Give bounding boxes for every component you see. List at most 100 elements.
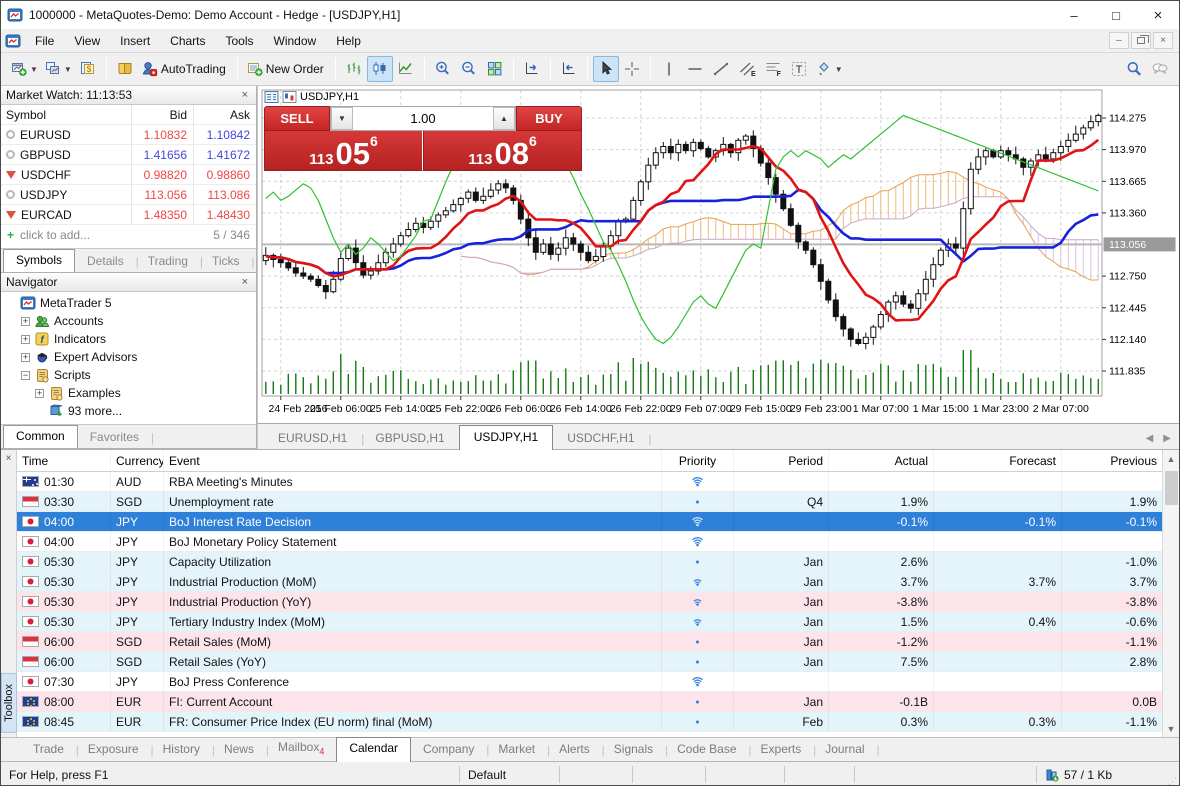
chevron-down-icon[interactable]: ▼ — [64, 65, 72, 74]
autotrading-button[interactable]: AutoTrading — [138, 56, 232, 82]
calendar-row[interactable]: 05:30 JPY Industrial Production (MoM) Ja… — [17, 572, 1162, 592]
chart-tab-eurusd-h1[interactable]: EURUSD,H1| — [264, 427, 361, 449]
toolbox-tab-company[interactable]: Company| — [411, 739, 486, 761]
expand-icon[interactable]: + — [21, 353, 30, 362]
column-event[interactable]: Event — [164, 450, 662, 471]
chart-type-icon[interactable] — [282, 90, 297, 104]
sell-button[interactable]: SELL — [264, 106, 330, 131]
cursor-button[interactable] — [593, 56, 619, 82]
calendar-row[interactable]: 05:30 JPY Industrial Production (YoY) Ja… — [17, 592, 1162, 612]
column-time[interactable]: Time — [17, 450, 111, 471]
menu-charts[interactable]: Charts — [160, 31, 215, 51]
navigator-tab-favorites[interactable]: Favorites| — [78, 427, 151, 448]
calendar-row[interactable]: 01:30 AUD RBA Meeting's Minutes — [17, 472, 1162, 492]
symbol-row-gbpusd[interactable]: GBPUSD 1.41656 1.41672 — [1, 145, 256, 165]
menu-insert[interactable]: Insert — [110, 31, 160, 51]
close-button[interactable]: × — [1137, 1, 1179, 29]
chart-tab-gbpusd-h1[interactable]: GBPUSD,H1| — [361, 427, 458, 449]
symbol-row-eurcad[interactable]: EURCAD 1.48350 1.48430 — [1, 205, 256, 225]
volume-input[interactable]: 1.00 — [353, 107, 493, 130]
toolbox-vertical-tab[interactable]: Toolbox — [1, 673, 17, 733]
collapse-icon[interactable]: − — [21, 371, 30, 380]
scrollbar-thumb[interactable] — [1165, 471, 1178, 505]
volume-decrease-button[interactable]: ▼ — [331, 107, 353, 130]
navigator-tab-common[interactable]: Common — [3, 425, 78, 449]
equidistant-channel-button[interactable]: E — [734, 56, 760, 82]
calendar-row[interactable]: 05:30 JPY Tertiary Industry Index (MoM) … — [17, 612, 1162, 632]
maximize-button[interactable]: □ — [1095, 1, 1137, 29]
minimize-button[interactable]: – — [1053, 1, 1095, 29]
tabs-scroll-right-icon[interactable]: ▶ — [1163, 433, 1171, 444]
chat-button[interactable] — [1147, 56, 1173, 82]
search-button[interactable] — [1121, 56, 1147, 82]
market-watch-tab-trading[interactable]: Trading| — [136, 251, 200, 272]
new-chart-button[interactable]: ▼ — [7, 56, 41, 82]
toolbox-tab-calendar[interactable]: Calendar — [336, 737, 411, 762]
sell-price[interactable]: 113 05 6 — [264, 131, 423, 171]
menu-tools[interactable]: Tools — [216, 31, 264, 51]
chart-tab-usdchf-h1[interactable]: USDCHF,H1| — [553, 427, 648, 449]
scroll-down-icon[interactable]: ▼ — [1163, 720, 1179, 737]
quotes-history-button[interactable] — [112, 56, 138, 82]
expand-icon[interactable]: + — [35, 389, 44, 398]
navigator-item-expert-advisors[interactable]: + Expert Advisors — [1, 348, 256, 366]
line-chart-mode-button[interactable] — [393, 56, 419, 82]
calendar-scrollbar[interactable]: ▲ ▼ — [1162, 450, 1179, 737]
expand-icon[interactable]: + — [21, 335, 30, 344]
calendar-row[interactable]: 08:45 EUR FR: Consumer Price Index (EU n… — [17, 712, 1162, 732]
tile-windows-button[interactable] — [482, 56, 508, 82]
menu-view[interactable]: View — [64, 31, 110, 51]
scroll-up-icon[interactable]: ▲ — [1163, 450, 1179, 467]
new-order-button[interactable]: New Order — [243, 56, 330, 82]
mdi-close-button[interactable]: × — [1153, 32, 1173, 49]
symbol-row-usdjpy[interactable]: USDJPY 113.056 113.086 — [1, 185, 256, 205]
toolbox-tab-signals[interactable]: Signals| — [602, 739, 665, 761]
column-actual[interactable]: Actual — [829, 450, 934, 471]
toolbox-tab-market[interactable]: Market| — [486, 739, 547, 761]
calendar-row[interactable]: 03:30 SGD Unemployment rate Q4 1.9% 1.9% — [17, 492, 1162, 512]
market-watch-close-icon[interactable]: × — [239, 89, 251, 101]
chevron-down-icon[interactable]: ▼ — [835, 65, 843, 74]
chart-tab-usdjpy-h1[interactable]: USDJPY,H1 — [459, 425, 553, 450]
quotes-table-icon[interactable] — [264, 90, 279, 104]
menu-window[interactable]: Window — [264, 31, 327, 51]
toolbox-tab-news[interactable]: News| — [212, 739, 266, 761]
add-symbol-row[interactable]: + click to add... 5 / 346 — [1, 225, 256, 245]
toolbox-tab-code-base[interactable]: Code Base| — [665, 739, 748, 761]
navigator-item-93-more-[interactable]: 93 more... — [1, 402, 256, 420]
calendar-row[interactable]: 08:00 EUR FI: Current Account Jan -0.1B … — [17, 692, 1162, 712]
calendar-row[interactable]: 05:30 JPY Capacity Utilization Jan 2.6% … — [17, 552, 1162, 572]
navigator-item-indicators[interactable]: +f Indicators — [1, 330, 256, 348]
navigator-close-icon[interactable]: × — [239, 276, 251, 288]
text-label-button[interactable]: T — [786, 56, 812, 82]
calendar-row[interactable]: 04:00 JPY BoJ Interest Rate Decision -0.… — [17, 512, 1162, 532]
toolbox-tab-exposure[interactable]: Exposure| — [76, 739, 151, 761]
calendar-row[interactable]: 07:30 JPY BoJ Press Conference — [17, 672, 1162, 692]
fibonacci-button[interactable]: F — [760, 56, 786, 82]
chevron-down-icon[interactable]: ▼ — [30, 65, 38, 74]
crosshair-button[interactable] — [619, 56, 645, 82]
toolbox-tab-history[interactable]: History| — [151, 739, 212, 761]
toolbox-close-icon[interactable]: × — [6, 453, 12, 464]
symbol-row-usdchf[interactable]: USDCHF 0.98820 0.98860 — [1, 165, 256, 185]
zoom-out-button[interactable] — [456, 56, 482, 82]
menu-help[interactable]: Help — [326, 31, 371, 51]
tabs-scroll-left-icon[interactable]: ◀ — [1146, 433, 1154, 444]
expand-icon[interactable]: + — [21, 317, 30, 326]
bar-chart-mode-button[interactable] — [341, 56, 367, 82]
buy-price[interactable]: 113 08 6 — [423, 131, 582, 171]
navigator-item-accounts[interactable]: + Accounts — [1, 312, 256, 330]
resize-grip[interactable]: ⋰ — [1166, 776, 1179, 786]
calendar-row[interactable]: 06:00 SGD Retail Sales (MoM) Jan -1.2% -… — [17, 632, 1162, 652]
candlestick-chart[interactable]: 114.275113.970113.665113.360112.750112.4… — [257, 86, 1180, 423]
mdi-minimize-button[interactable]: – — [1109, 32, 1129, 49]
calendar-row[interactable]: 04:00 JPY BoJ Monetary Policy Statement — [17, 532, 1162, 552]
market-watch-tab-symbols[interactable]: Symbols — [3, 249, 75, 273]
mdi-restore-button[interactable] — [1131, 32, 1151, 49]
calendar-row[interactable]: 06:00 SGD Retail Sales (YoY) Jan 7.5% 2.… — [17, 652, 1162, 672]
toolbox-tab-alerts[interactable]: Alerts| — [547, 739, 602, 761]
candle-chart-mode-button[interactable] — [367, 56, 393, 82]
toolbox-tab-experts[interactable]: Experts| — [749, 739, 814, 761]
menu-file[interactable]: File — [25, 31, 64, 51]
auto-scroll-button[interactable] — [519, 56, 545, 82]
